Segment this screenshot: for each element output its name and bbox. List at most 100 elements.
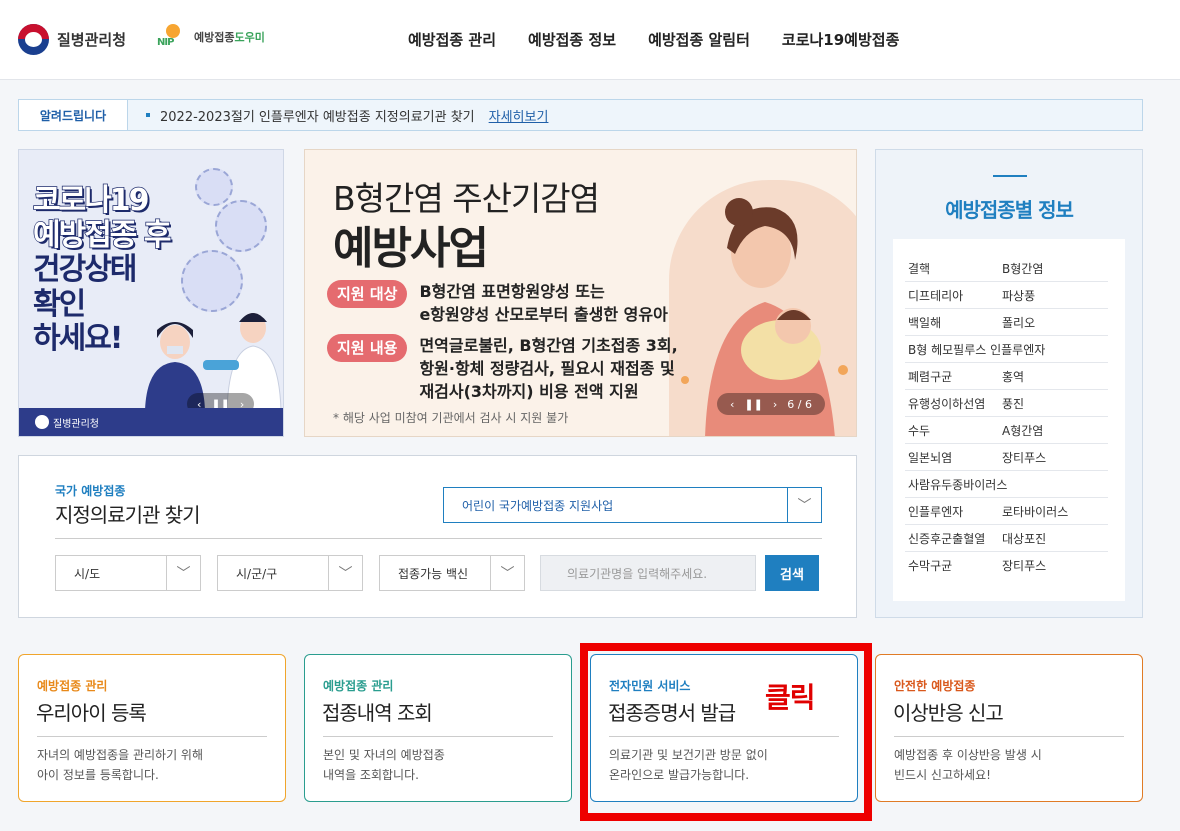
support-target-text: B형간염 표면항원양성 또는 e항원양성 산모로부터 출생한 영유아	[419, 282, 668, 325]
vaccine-link[interactable]: B형간염	[1002, 260, 1043, 277]
vaccine-link[interactable]: 파상풍	[1002, 287, 1035, 304]
chevron-down-icon[interactable]: ﹀	[328, 556, 362, 590]
sido-select[interactable]: 시/도 ﹀	[55, 555, 201, 591]
government-emblem-icon	[18, 24, 49, 55]
support-target-row: 지원 대상 B형간염 표면항원양성 또는 e항원양성 산모로부터 출생한 영유아	[327, 280, 668, 326]
search-subtitle: 국가 예방접종	[55, 484, 126, 498]
vaccine-link[interactable]: 결핵	[905, 260, 1002, 277]
list-item: 백일해 폴리오	[905, 309, 1108, 336]
vaccine-link[interactable]: 사람유두종바이러스	[905, 476, 1007, 493]
list-item: 디프테리아 파상풍	[905, 282, 1108, 309]
support-content-row: 지원 내용 면역글로불린, B형간염 기초접종 3회, 항원·항체 정량검사, …	[327, 334, 678, 404]
chevron-down-icon[interactable]: ﹀	[787, 488, 821, 522]
list-item: 유행성이하선염 풍진	[905, 390, 1108, 417]
vaccine-link[interactable]: A형간염	[1002, 422, 1043, 439]
vaccine-info-title: 예방접종별 정보	[945, 198, 1074, 222]
covid-banner[interactable]: 코로나19 예방접종 후 건강상태 확인 하세요! ‹ ❚❚ › 질병관리청	[18, 149, 284, 437]
program-select[interactable]: 어린이 국가예방접종 지원사업 ﹀	[443, 487, 822, 523]
vaccine-select[interactable]: 접종가능 백신 ﹀	[379, 555, 525, 591]
nip-logo[interactable]: NIP 예방접종도우미	[157, 22, 265, 52]
pause-icon[interactable]: ❚❚	[744, 398, 762, 411]
vaccine-link[interactable]: 대상포진	[1002, 530, 1046, 547]
list-item: B형 헤모필루스 인플루엔자	[905, 336, 1108, 363]
covid-banner-footer: 질병관리청	[19, 408, 283, 436]
register-child-card[interactable]: 예방접종 관리 우리아이 등록 자녀의 예방접종을 관리하기 위해 아이 정보를 …	[18, 654, 286, 802]
click-annotation: 클릭	[765, 681, 816, 714]
notice-text[interactable]: 2022-2023절기 인플루엔자 예방접종 지정의료기관 찾기	[160, 106, 475, 125]
vaccine-link[interactable]: 장티푸스	[1002, 557, 1046, 574]
support-content-text: 면역글로불린, B형간염 기초접종 3회, 항원·항체 정량검사, 필요시 재접…	[419, 336, 678, 402]
divider	[55, 538, 822, 539]
divider	[894, 736, 1124, 737]
bullet-icon	[146, 113, 150, 117]
card-description: 예방접종 후 이상반응 발생 시 빈드시 신고하세요!	[894, 748, 1042, 782]
next-icon[interactable]: ›	[773, 398, 777, 411]
kdca-logo[interactable]: 질병관리청	[18, 24, 126, 55]
card-category: 안전한 예방접종	[894, 679, 976, 693]
vaccine-link[interactable]: 신증후군출혈열	[905, 530, 1002, 547]
adverse-reaction-card[interactable]: 안전한 예방접종 이상반응 신고 예방접종 후 이상반응 발생 시 빈드시 신고하…	[875, 654, 1143, 802]
search-button[interactable]: 검색	[765, 555, 819, 591]
vaccine-link[interactable]: 폴리오	[1002, 314, 1035, 331]
card-category: 예방접종 관리	[37, 679, 108, 693]
clinic-search-panel: 국가 예방접종 지정의료기관 찾기 어린이 국가예방접종 지원사업 ﹀ 시/도 …	[18, 455, 857, 618]
notice-tag: 알려드립니다	[19, 100, 128, 130]
divider	[37, 736, 267, 737]
card-category: 예방접종 관리	[323, 679, 394, 693]
vaccine-link[interactable]: 일본뇌염	[905, 449, 1002, 466]
vaccine-link[interactable]: 디프테리아	[905, 287, 1002, 304]
list-item: 폐렴구균 홍역	[905, 363, 1108, 390]
vaccine-link[interactable]: B형 헤모필루스 인플루엔자	[905, 341, 1045, 358]
chevron-down-icon[interactable]: ﹀	[166, 556, 200, 590]
click-highlight-box	[580, 643, 872, 821]
program-select-value: 어린이 국가예방접종 지원사업	[462, 498, 614, 513]
list-item: 인플루엔자 로타바이러스	[905, 498, 1108, 525]
site-header: 질병관리청 NIP 예방접종도우미 예방접종 관리 예방접종 정보 예방접종 알…	[0, 0, 1180, 80]
banner-page-indicator: 6 / 6	[787, 397, 812, 411]
nav-item-vaccination-management[interactable]: 예방접종 관리	[408, 29, 496, 50]
list-item: 수막구균 장티푸스	[905, 552, 1108, 579]
banner-note: * 해당 사업 미참여 기관에서 검사 시 지원 불가	[333, 411, 569, 425]
vaccination-history-card[interactable]: 예방접종 관리 접종내역 조회 본인 및 자녀의 예방접종 내역을 조회합니다.	[304, 654, 572, 802]
notice-more-link[interactable]: 자세히보기	[489, 106, 549, 125]
vaccine-info-panel: 예방접종별 정보 결핵 B형간염 디프테리아 파상풍 백일해 폴리오 B형 헤모필루스…	[875, 149, 1143, 618]
vaccine-link[interactable]: 장티푸스	[1002, 449, 1046, 466]
support-content-label: 지원 내용	[327, 334, 408, 362]
notice-bar: 알려드립니다 2022-2023절기 인플루엔자 예방접종 지정의료기관 찾기 …	[18, 99, 1143, 131]
card-title: 우리아이 등록	[36, 701, 147, 725]
card-description: 자녀의 예방접종을 관리하기 위해 아이 정보를 등록합니다.	[37, 748, 204, 782]
nip-sun-icon: NIP	[157, 22, 189, 52]
hepatitis-b-banner[interactable]: B형간염 주산기감염 예방사업 지원 대상 B형간염 표면항원양성 또는 e항원…	[304, 149, 857, 437]
list-item: 사람유두종바이러스	[905, 471, 1108, 498]
vaccine-info-list: 결핵 B형간염 디프테리아 파상풍 백일해 폴리오 B형 헤모필루스 인플루엔자 폐렴…	[893, 239, 1125, 601]
illustration-circle-icon	[195, 168, 233, 206]
vaccine-link[interactable]: 유행성이하선염	[905, 395, 1002, 412]
support-target-label: 지원 대상	[327, 280, 408, 308]
nav-item-vaccination-info[interactable]: 예방접종 정보	[528, 29, 616, 50]
search-title: 지정의료기관 찾기	[55, 503, 201, 527]
card-description: 본인 및 자녀의 예방접종 내역을 조회합니다.	[323, 748, 445, 782]
title-accent-line	[993, 175, 1027, 177]
divider	[323, 736, 553, 737]
vaccine-link[interactable]: 폐렴구균	[905, 368, 1002, 385]
vaccine-link[interactable]: 인플루엔자	[905, 503, 1002, 520]
vaccine-link[interactable]: 백일해	[905, 314, 1002, 331]
org-name: 질병관리청	[57, 31, 127, 49]
vaccine-link[interactable]: 수두	[905, 422, 1002, 439]
banner-controls[interactable]: ‹ ❚❚ › 6 / 6	[717, 393, 825, 415]
vaccine-link[interactable]: 수막구균	[905, 557, 1002, 574]
list-item: 신증후군출혈열 대상포진	[905, 525, 1108, 552]
prev-icon[interactable]: ‹	[730, 398, 734, 411]
chevron-down-icon[interactable]: ﹀	[490, 556, 524, 590]
vaccine-link[interactable]: 홍역	[1002, 368, 1024, 385]
vaccine-link[interactable]: 로타바이러스	[1002, 503, 1068, 520]
nav-item-vaccination-notice[interactable]: 예방접종 알림터	[648, 29, 750, 50]
sigungu-select[interactable]: 시/군/구 ﹀	[217, 555, 363, 591]
thermometer-icon	[215, 200, 267, 252]
clinic-name-input[interactable]: 의료기관명을 입력해주세요.	[540, 555, 756, 591]
government-emblem-icon	[35, 415, 49, 429]
vaccine-link[interactable]: 풍진	[1002, 395, 1024, 412]
list-item: 수두 A형간염	[905, 417, 1108, 444]
card-title: 이상반응 신고	[893, 701, 1004, 725]
nav-item-covid19[interactable]: 코로나19예방접종	[782, 29, 899, 50]
